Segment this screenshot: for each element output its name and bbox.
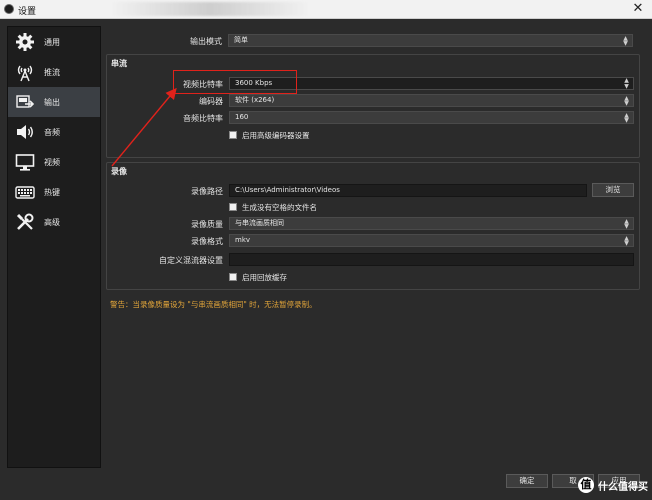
advanced-encoder-checkbox[interactable] [229, 131, 237, 139]
recording-path-label: 录像路径 [191, 187, 223, 196]
replay-buffer-row[interactable]: 启用回放缓存 [229, 271, 287, 283]
no-space-filename-label: 生成没有空格的文件名 [242, 202, 317, 212]
browse-button[interactable]: 浏览 [592, 183, 634, 197]
gear-icon [14, 31, 36, 53]
encoder-select[interactable]: 软件 (x264) ▲ ▼ [229, 94, 634, 107]
blurred-region [110, 2, 310, 16]
audio-bitrate-label: 音频比特率 [183, 114, 223, 123]
recording-format-select[interactable]: mkv ▲ ▼ [229, 234, 634, 247]
recording-path-input[interactable]: C:\Users\Administrator\Videos [229, 184, 587, 197]
speaker-icon [14, 121, 36, 143]
replay-buffer-label: 启用回放缓存 [242, 272, 287, 282]
no-space-filename-checkbox[interactable] [229, 203, 237, 211]
warning-message: 警告：当录像质量设为 "与串流画质相同" 时，无法暂停录制。 [110, 300, 317, 309]
annotation-highlight-box [173, 70, 297, 94]
updown-arrows-icon: ▲ ▼ [624, 112, 629, 124]
sidebar-item-label: 热键 [44, 187, 60, 197]
muxer-settings-input[interactable] [229, 253, 634, 266]
sidebar-item-stream[interactable]: 推流 [8, 57, 100, 87]
sidebar-item-advanced[interactable]: 高级 [8, 207, 100, 237]
audio-bitrate-row: 音频比特率 160 ▲ ▼ [107, 111, 641, 124]
keyboard-icon [14, 181, 36, 203]
output-icon [14, 91, 36, 113]
wrench-icon [14, 211, 36, 233]
ok-button[interactable]: 确定 [506, 474, 548, 488]
sidebar-item-general[interactable]: 通用 [8, 27, 100, 57]
muxer-settings-row: 自定义混流器设置 [107, 253, 641, 266]
recording-format-label: 录像格式 [191, 237, 223, 246]
updown-arrows-icon: ▲ ▼ [624, 95, 629, 107]
streaming-group-title: 串流 [111, 59, 127, 68]
sidebar-item-label: 视频 [44, 157, 60, 167]
sidebar-item-label: 推流 [44, 67, 60, 77]
monitor-icon [14, 151, 36, 173]
encoder-value: 软件 (x264) [235, 96, 275, 104]
advanced-encoder-checkbox-row[interactable]: 启用高级编码器设置 [229, 129, 310, 141]
updown-arrows-icon: ▲ ▼ [623, 35, 628, 47]
encoder-label: 编码器 [199, 97, 223, 106]
recording-quality-value: 与串流画质相同 [235, 219, 284, 227]
window-title: 设置 [18, 7, 37, 17]
sidebar-item-hotkeys[interactable]: 热键 [8, 177, 100, 207]
recording-group: 录像 录像路径 C:\Users\Administrator\Videos 浏览… [106, 162, 640, 290]
sidebar-item-label: 高级 [44, 217, 60, 227]
watermark-logo-icon: 值 [578, 477, 594, 493]
recording-format-row: 录像格式 mkv ▲ ▼ [107, 234, 641, 247]
output-mode-value: 简单 [234, 36, 248, 44]
recording-group-title: 录像 [111, 167, 127, 176]
spin-arrows-icon[interactable]: ▲ ▼ [622, 78, 631, 90]
recording-path-row: 录像路径 C:\Users\Administrator\Videos 浏览 [107, 183, 641, 197]
encoder-row: 编码器 软件 (x264) ▲ ▼ [107, 94, 641, 107]
recording-quality-select[interactable]: 与串流画质相同 ▲ ▼ [229, 217, 634, 230]
output-mode-select[interactable]: 简单 ▲ ▼ [228, 34, 633, 47]
advanced-encoder-label: 启用高级编码器设置 [242, 130, 310, 140]
output-mode-row: 输出模式 简单 ▲ ▼ [106, 34, 640, 47]
recording-path-value: C:\Users\Administrator\Videos [235, 186, 340, 194]
sidebar-item-output[interactable]: 输出 [8, 87, 100, 117]
sidebar-item-audio[interactable]: 音频 [8, 117, 100, 147]
no-space-filename-row[interactable]: 生成没有空格的文件名 [229, 201, 317, 213]
site-watermark: 值 什么值得买 [578, 476, 648, 494]
sidebar-item-label: 通用 [44, 37, 60, 47]
broadcast-icon [14, 61, 36, 83]
settings-sidebar: 通用 推流 输出 音频 视频 热键 高级 [7, 26, 101, 468]
updown-arrows-icon: ▲ ▼ [624, 218, 629, 230]
updown-arrows-icon: ▲ ▼ [624, 235, 629, 247]
recording-quality-label: 录像质量 [191, 220, 223, 229]
audio-bitrate-value: 160 [235, 113, 249, 121]
output-mode-label: 输出模式 [190, 37, 222, 46]
sidebar-item-video[interactable]: 视频 [8, 147, 100, 177]
obs-app-icon [4, 4, 14, 14]
replay-buffer-checkbox[interactable] [229, 273, 237, 281]
recording-format-value: mkv [235, 236, 251, 244]
watermark-text: 什么值得买 [598, 481, 648, 493]
close-button[interactable]: ✕ [630, 2, 646, 16]
sidebar-item-label: 音频 [44, 127, 60, 137]
audio-bitrate-select[interactable]: 160 ▲ ▼ [229, 111, 634, 124]
recording-quality-row: 录像质量 与串流画质相同 ▲ ▼ [107, 217, 641, 230]
muxer-settings-label: 自定义混流器设置 [159, 256, 223, 265]
sidebar-item-label: 输出 [44, 97, 60, 107]
title-bar: 设置 ✕ [0, 0, 652, 19]
